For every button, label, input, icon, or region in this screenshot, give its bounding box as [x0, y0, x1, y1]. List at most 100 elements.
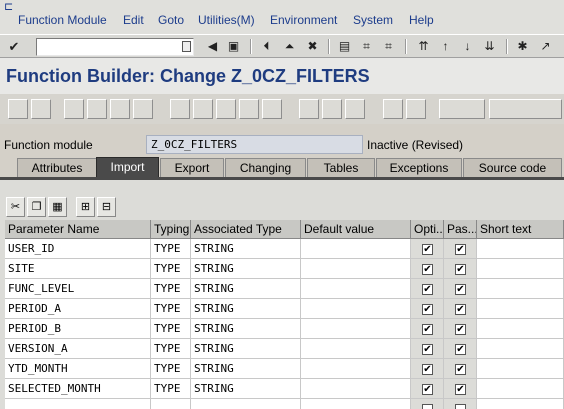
cell-associated-type[interactable]: STRING: [191, 359, 301, 379]
enter-icon[interactable]: ✔: [5, 38, 23, 55]
app-toolbar-button[interactable]: [110, 99, 130, 119]
cell-typing[interactable]: TYPE: [151, 339, 191, 359]
pass-value-checkbox[interactable]: ✔: [455, 384, 466, 395]
menu-goto[interactable]: Goto: [158, 13, 184, 27]
tab-exceptions[interactable]: Exceptions: [376, 158, 462, 178]
cell-associated-type[interactable]: STRING: [191, 239, 301, 259]
copy-icon[interactable]: ❐: [27, 197, 46, 217]
optional-checkbox[interactable]: ✔: [422, 384, 433, 395]
cell-default-value[interactable]: [301, 359, 411, 379]
app-toolbar-button[interactable]: [406, 99, 426, 119]
app-toolbar-button[interactable]: [216, 99, 236, 119]
back-arrow-icon[interactable]: ◀: [204, 38, 221, 55]
pass-value-checkbox[interactable]: ✔: [455, 304, 466, 315]
pass-value-checkbox[interactable]: ✔: [455, 244, 466, 255]
cell-short-text[interactable]: [477, 239, 564, 259]
column-header-parameter-name[interactable]: Parameter Name: [5, 220, 151, 239]
tab-attributes[interactable]: Attributes: [17, 158, 97, 178]
cell-parameter-name[interactable]: PERIOD_B: [5, 319, 151, 339]
tab-tables[interactable]: Tables: [307, 158, 375, 178]
cell-associated-type[interactable]: STRING: [191, 379, 301, 399]
first-page-icon[interactable]: ⇈: [415, 38, 432, 55]
insert-row-icon[interactable]: ⊞: [76, 197, 95, 217]
cell-associated-type[interactable]: [191, 399, 301, 409]
pass-value-checkbox[interactable]: ✔: [455, 364, 466, 375]
cell-typing[interactable]: TYPE: [151, 279, 191, 299]
optional-checkbox[interactable]: ✔: [422, 304, 433, 315]
app-toolbar-button[interactable]: [262, 99, 282, 119]
pass-value-checkbox[interactable]: ✔: [455, 324, 466, 335]
cell-default-value[interactable]: [301, 319, 411, 339]
menu-help[interactable]: Help: [409, 13, 434, 27]
app-toolbar-button[interactable]: [299, 99, 319, 119]
menu-system[interactable]: System: [353, 13, 393, 27]
column-header-typing[interactable]: Typing: [151, 220, 191, 239]
cell-parameter-name[interactable]: FUNC_LEVEL: [5, 279, 151, 299]
cell-short-text[interactable]: [477, 299, 564, 319]
cell-typing[interactable]: TYPE: [151, 359, 191, 379]
cell-parameter-name[interactable]: USER_ID: [5, 239, 151, 259]
cut-icon[interactable]: ✂: [6, 197, 25, 217]
cell-associated-type[interactable]: STRING: [191, 259, 301, 279]
app-toolbar-button[interactable]: [239, 99, 259, 119]
cell-typing[interactable]: TYPE: [151, 239, 191, 259]
column-header-short-text[interactable]: Short text: [477, 220, 564, 239]
cell-short-text[interactable]: [477, 279, 564, 299]
pass-value-checkbox[interactable]: ✔: [455, 264, 466, 275]
next-page-icon[interactable]: ↓: [459, 38, 476, 55]
tab-source-code[interactable]: Source code: [463, 158, 562, 178]
cell-default-value[interactable]: [301, 339, 411, 359]
cell-typing[interactable]: TYPE: [151, 299, 191, 319]
last-page-icon[interactable]: ⇊: [481, 38, 498, 55]
cell-parameter-name[interactable]: SELECTED_MONTH: [5, 379, 151, 399]
paste-icon[interactable]: ▦: [48, 197, 67, 217]
find-next-icon[interactable]: ⌗: [380, 38, 397, 55]
cell-short-text[interactable]: [477, 259, 564, 279]
menu-function-module[interactable]: Function Module: [18, 13, 107, 27]
app-toolbar-button[interactable]: [170, 99, 190, 119]
cell-default-value[interactable]: [301, 379, 411, 399]
optional-checkbox[interactable]: ✔: [422, 244, 433, 255]
cell-associated-type[interactable]: STRING: [191, 319, 301, 339]
cell-associated-type[interactable]: STRING: [191, 339, 301, 359]
find-icon[interactable]: ⌗: [358, 38, 375, 55]
optional-checkbox[interactable]: ✔: [422, 284, 433, 295]
menu-environment[interactable]: Environment: [270, 13, 337, 27]
back-icon[interactable]: ⏴: [258, 38, 275, 55]
column-header-pass-value[interactable]: Pas...: [444, 220, 477, 239]
app-toolbar-button[interactable]: [193, 99, 213, 119]
app-toolbar-button[interactable]: [489, 99, 562, 119]
app-toolbar-button[interactable]: [87, 99, 107, 119]
column-header-default-value[interactable]: Default value: [301, 220, 411, 239]
optional-checkbox[interactable]: ✔: [422, 264, 433, 275]
cell-parameter-name[interactable]: SITE: [5, 259, 151, 279]
delete-row-icon[interactable]: ⊟: [97, 197, 116, 217]
cell-default-value[interactable]: [301, 279, 411, 299]
cell-short-text[interactable]: [477, 399, 564, 409]
app-toolbar-button[interactable]: [64, 99, 84, 119]
cell-associated-type[interactable]: STRING: [191, 299, 301, 319]
optional-checkbox[interactable]: ✔: [422, 344, 433, 355]
cell-short-text[interactable]: [477, 319, 564, 339]
cell-parameter-name[interactable]: PERIOD_A: [5, 299, 151, 319]
cell-parameter-name[interactable]: [5, 399, 151, 409]
app-toolbar-button[interactable]: [345, 99, 365, 119]
app-toolbar-button[interactable]: [133, 99, 153, 119]
cell-typing[interactable]: TYPE: [151, 379, 191, 399]
app-toolbar-button[interactable]: [439, 99, 485, 119]
shortcut-icon[interactable]: ↗: [537, 38, 554, 55]
tab-changing[interactable]: Changing: [225, 158, 306, 178]
cell-short-text[interactable]: [477, 339, 564, 359]
command-field[interactable]: [36, 38, 194, 56]
cell-parameter-name[interactable]: VERSION_A: [5, 339, 151, 359]
print-icon[interactable]: ▤: [336, 38, 353, 55]
cell-default-value[interactable]: [301, 259, 411, 279]
cancel-icon[interactable]: ✖: [304, 38, 321, 55]
command-history-icon[interactable]: [182, 41, 191, 52]
pass-value-checkbox[interactable]: ✔: [455, 344, 466, 355]
app-toolbar-button[interactable]: [322, 99, 342, 119]
cell-default-value[interactable]: [301, 299, 411, 319]
tab-import[interactable]: Import: [96, 157, 159, 178]
app-toolbar-button[interactable]: [383, 99, 403, 119]
column-header-optional[interactable]: Opti...: [411, 220, 444, 239]
